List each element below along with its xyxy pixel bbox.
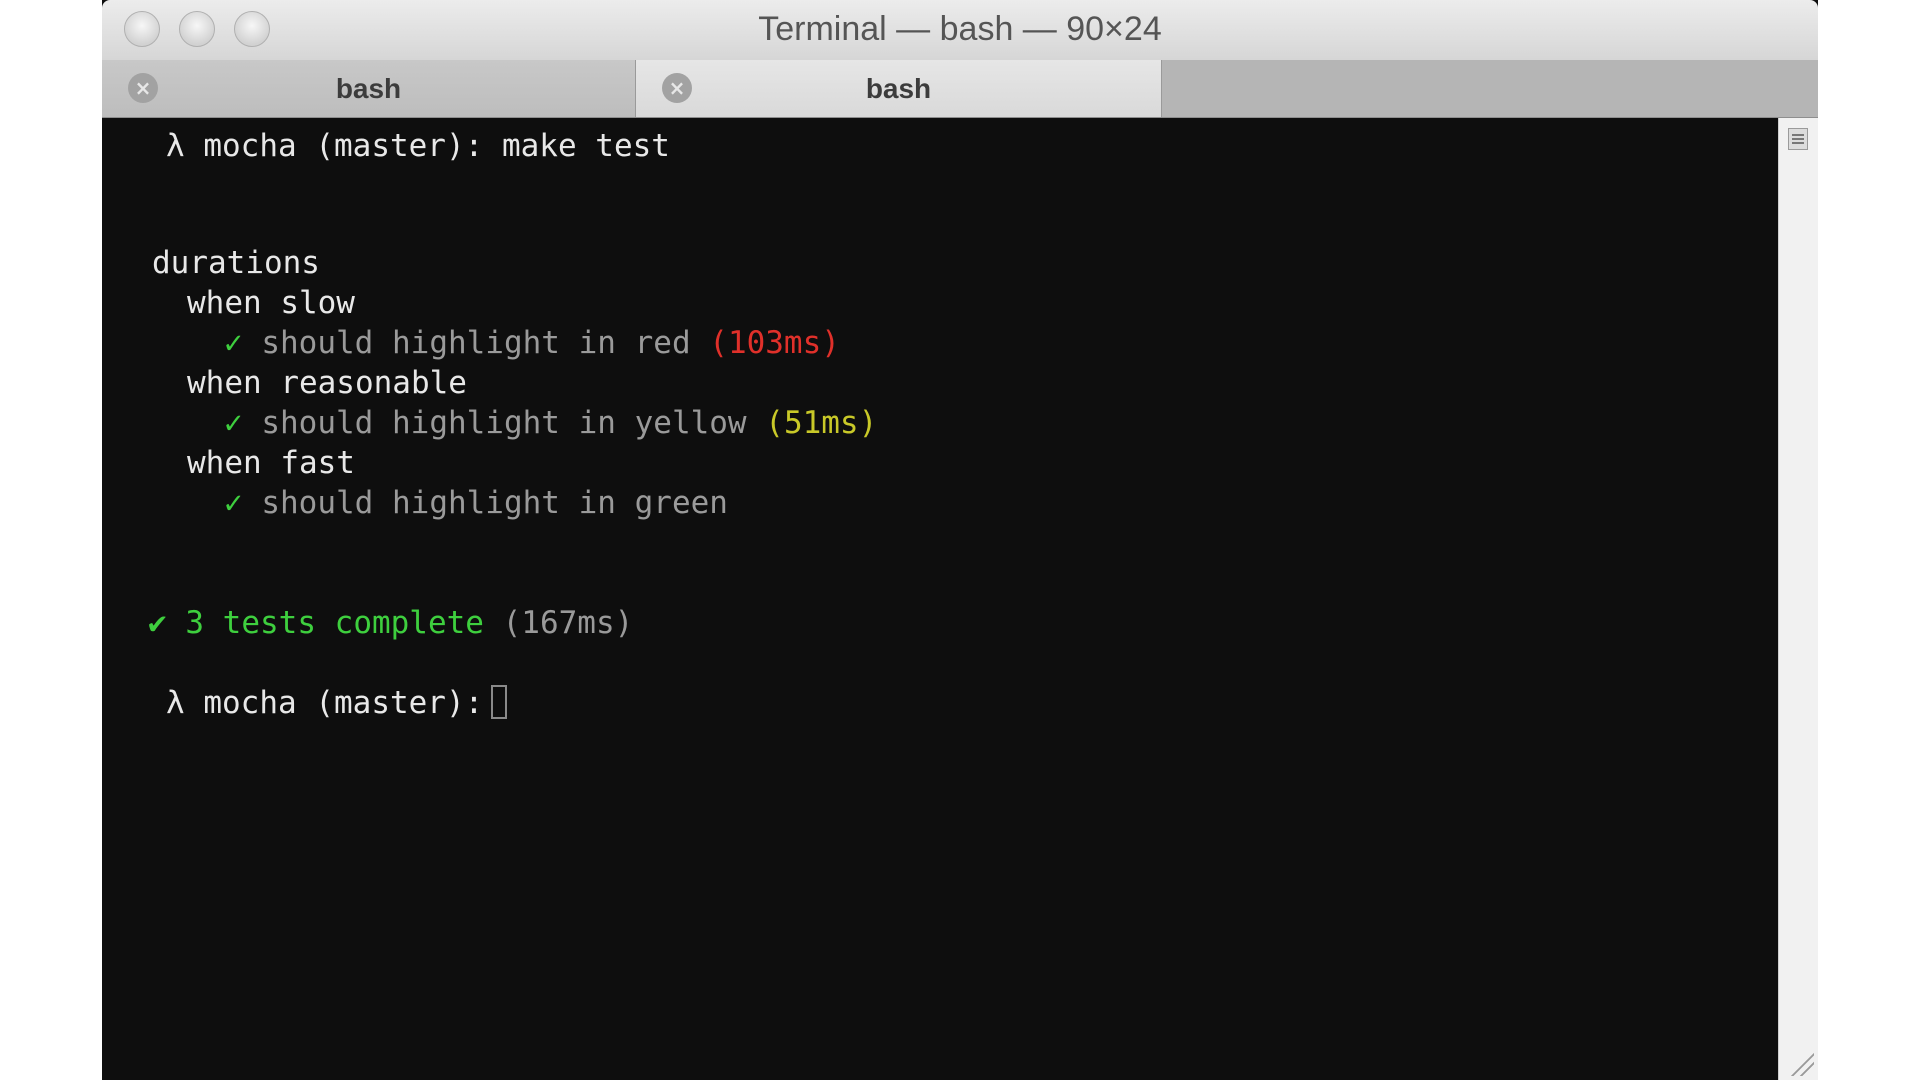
lambda-prompt-symbol: λ <box>166 128 185 164</box>
check-icon: ✓ <box>224 485 243 521</box>
group-title-fast: when fast <box>187 445 355 481</box>
split-pane-icon[interactable] <box>1788 128 1808 150</box>
active-prompt-line[interactable]: λ mocha (master): <box>166 683 508 723</box>
close-tab-icon[interactable]: × <box>128 73 158 103</box>
tab-label: bash <box>335 73 402 104</box>
test-duration: (103ms) <box>709 325 840 361</box>
terminal-output[interactable]: λ mocha (master): make test durations wh… <box>102 118 1778 1080</box>
title-bar[interactable]: Terminal — bash — 90×24 <box>102 0 1818 60</box>
terminal-window: Terminal — bash — 90×24 bash × bash × λ … <box>102 0 1818 1080</box>
test-title: should highlight in green <box>261 485 728 521</box>
vertical-scrollbar[interactable] <box>1778 118 1818 1080</box>
test-line-reasonable: ✓ should highlight in yellow (51ms) <box>224 403 877 443</box>
command-text: mocha (master): make test <box>203 128 670 164</box>
group-title-slow: when slow <box>187 285 355 321</box>
text-cursor <box>491 685 508 719</box>
tab-label: bash <box>865 73 932 104</box>
check-icon: ✓ <box>224 405 243 441</box>
test-duration: (51ms) <box>765 405 878 441</box>
suite-title: durations <box>152 245 320 281</box>
close-tab-icon[interactable]: × <box>662 73 692 103</box>
summary-text: 3 tests complete <box>185 605 484 641</box>
tab-bar: bash × bash × <box>102 60 1818 118</box>
summary-duration: (167ms) <box>502 605 634 641</box>
heavy-check-icon: ✔ <box>148 605 167 641</box>
tab-bash-1[interactable]: bash × <box>102 60 636 117</box>
group-title-reasonable: when reasonable <box>187 365 467 401</box>
tab-bash-2[interactable]: bash × <box>636 60 1162 117</box>
prompt-text: mocha (master): <box>203 685 484 721</box>
resize-grip-icon[interactable] <box>1788 1050 1814 1076</box>
lambda-prompt-symbol: λ <box>166 685 185 721</box>
test-line-slow: ✓ should highlight in red (103ms) <box>224 323 840 363</box>
window-title: Terminal — bash — 90×24 <box>758 10 1162 48</box>
check-icon: ✓ <box>224 325 243 361</box>
test-title: should highlight in red <box>261 325 691 361</box>
test-line-fast: ✓ should highlight in green <box>224 483 728 523</box>
test-title: should highlight in yellow <box>261 405 747 441</box>
command-prompt-line: λ mocha (master): make test <box>166 126 670 166</box>
summary-line: ✔ 3 tests complete (167ms) <box>148 603 633 643</box>
